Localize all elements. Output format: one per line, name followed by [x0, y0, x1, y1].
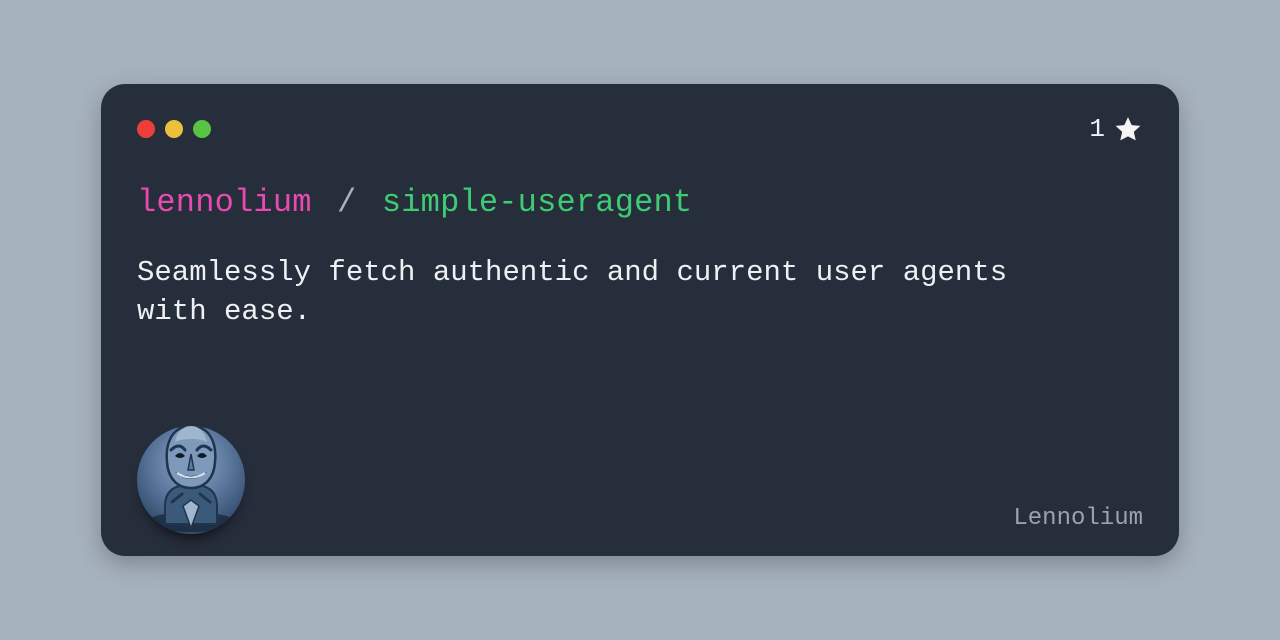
owner-display-name[interactable]: Lennolium — [1013, 505, 1143, 534]
card-footer: Lennolium — [137, 426, 1143, 534]
star-icon — [1113, 114, 1143, 144]
star-count: 1 — [1089, 114, 1105, 144]
breadcrumb: lennolium / simple-useragent — [137, 184, 1143, 221]
traffic-light-yellow-icon — [165, 120, 183, 138]
traffic-light-red-icon — [137, 120, 155, 138]
repo-description: Seamlessly fetch authentic and current u… — [137, 253, 1057, 331]
repo-card: 1 lennolium / simple-useragent Seamlessl… — [101, 84, 1179, 556]
breadcrumb-separator: / — [337, 184, 356, 221]
avatar[interactable] — [137, 426, 245, 534]
card-topbar: 1 — [137, 114, 1143, 144]
star-group[interactable]: 1 — [1089, 114, 1143, 144]
mask-avatar-icon — [137, 426, 245, 534]
traffic-light-green-icon — [193, 120, 211, 138]
repo-owner[interactable]: lennolium — [137, 184, 312, 221]
traffic-lights — [137, 120, 211, 138]
repo-name[interactable]: simple-useragent — [382, 184, 692, 221]
